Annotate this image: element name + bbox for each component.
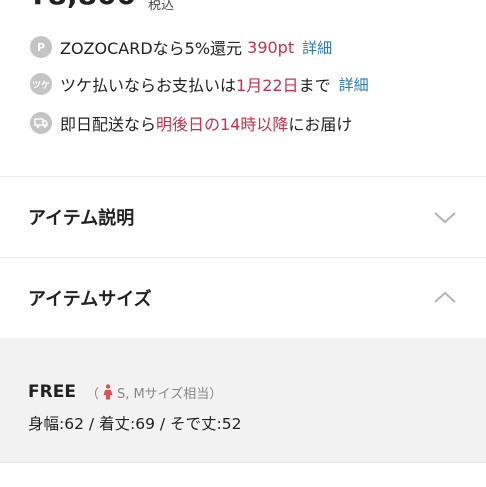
point-icon: P [30, 36, 52, 58]
chevron-down-icon [434, 212, 456, 224]
size-note-text: S, Mサイズ相当） [116, 386, 223, 402]
tsuke-text-after: まで [298, 76, 331, 95]
size-measurements: 身幅:62 / 着丈:69 / そで丈:52 [28, 415, 242, 433]
same-day-delivery-row: 即日配送なら 明後日の14時以降 にお届け [30, 110, 352, 136]
size-detail-panel: FREE （ S, Mサイズ相当） 身幅:62 / 着丈:69 / そで丈:52 [0, 338, 486, 462]
tsuke-detail-link[interactable]: 詳細 [339, 74, 369, 95]
tsuke-payment-row: ツケ ツケ払いならお支払いは 1月22日 まで 詳細 [30, 71, 369, 97]
size-note-open: （ [85, 386, 99, 402]
tax-label: 税込 [148, 0, 175, 12]
item-size-accordion[interactable]: アイテムサイズ [0, 258, 486, 338]
size-name: FREE [28, 382, 76, 402]
size-equivalent-note: （ S, Mサイズ相当） [86, 383, 222, 402]
price-value: ¥8,800 [28, 0, 136, 11]
bottom-divider-area [0, 462, 486, 487]
delivery-time: 明後日の14時以降 [156, 115, 289, 134]
point-detail-link[interactable]: 詳細 [302, 37, 332, 58]
delivery-text-before: 即日配送なら [60, 115, 157, 134]
tsuke-text-before: ツケ払いならお支払いは [60, 76, 237, 95]
item-size-title: アイテムサイズ [28, 289, 152, 310]
truck-icon [30, 112, 52, 134]
female-figure-icon [103, 384, 113, 400]
tsuke-due-date: 1月22日 [236, 76, 299, 95]
price-header: ¥8,800 税込 [0, 0, 486, 12]
point-text: ZOZOCARDなら5%還元 [60, 39, 248, 58]
item-description-accordion[interactable]: アイテム説明 [0, 177, 486, 257]
delivery-text-after: にお届け [288, 115, 353, 134]
chevron-up-icon [434, 291, 456, 303]
tsuke-icon: ツケ [30, 73, 52, 95]
size-header-row: FREE （ S, Mサイズ相当） [28, 382, 222, 402]
point-amount: 390pt [247, 37, 295, 57]
item-description-title: アイテム説明 [28, 208, 135, 229]
zozocard-point-row: P ZOZOCARDなら5%還元 390pt 詳細 [30, 34, 332, 60]
